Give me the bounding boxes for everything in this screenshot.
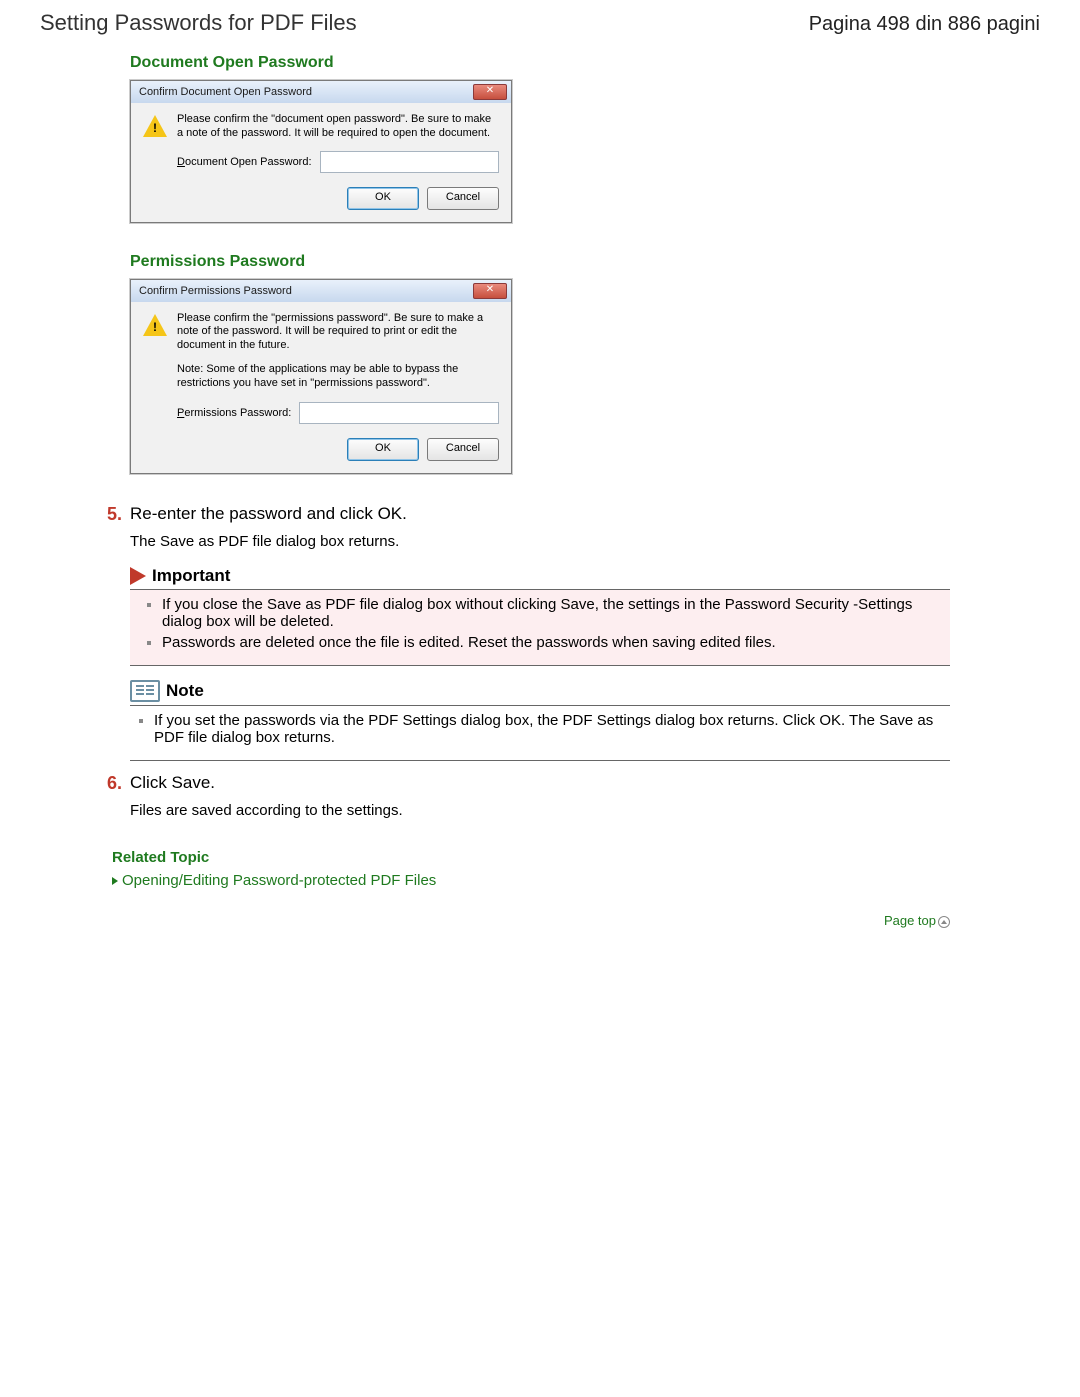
page-header: Setting Passwords for PDF Files Pagina 4… [40, 10, 1040, 36]
close-icon[interactable]: ✕ [473, 84, 507, 100]
step-number: 5. [98, 504, 122, 525]
permissions-password-input[interactable] [299, 402, 499, 424]
cancel-button[interactable]: Cancel [427, 438, 499, 461]
important-title: Important [152, 566, 230, 586]
triangle-icon [112, 877, 118, 885]
page-indicator: Pagina 498 din 886 pagini [809, 13, 1040, 36]
step-number: 6. [98, 773, 122, 794]
page-title: Setting Passwords for PDF Files [40, 10, 357, 36]
step-6: 6. Click Save. [130, 773, 950, 794]
important-item: If you close the Save as PDF file dialog… [162, 596, 942, 630]
related-topic-link[interactable]: Opening/Editing Password-protected PDF F… [112, 872, 950, 889]
heading-document-open-password: Document Open Password [130, 54, 950, 72]
up-arrow-icon [938, 916, 950, 928]
step-5: 5. Re-enter the password and click OK. [130, 504, 950, 525]
warning-icon [143, 115, 167, 137]
dialog1-field-label: Document Open Password: [177, 156, 312, 168]
step5-sub: The Save as PDF file dialog box returns. [130, 533, 950, 550]
warning-icon [143, 314, 167, 336]
dialog1-title: Confirm Document Open Password [139, 86, 312, 98]
dialog2-field-label: Permissions Password: [177, 407, 291, 419]
dialog-confirm-document-open-password: Confirm Document Open Password ✕ Please … [130, 80, 512, 223]
important-item: Passwords are deleted once the file is e… [162, 634, 942, 651]
document-open-password-input[interactable] [320, 151, 499, 173]
heading-permissions-password: Permissions Password [130, 253, 950, 271]
ok-button[interactable]: OK [347, 438, 419, 461]
close-icon[interactable]: ✕ [473, 283, 507, 299]
note-callout: Note If you set the passwords via the PD… [130, 678, 950, 761]
step6-sub: Files are saved according to the setting… [130, 802, 950, 819]
note-title: Note [166, 681, 204, 701]
cancel-button[interactable]: Cancel [427, 187, 499, 210]
dialog-confirm-permissions-password: Confirm Permissions Password ✕ Please co… [130, 279, 512, 475]
dialog2-message: Please confirm the "permissions password… [177, 312, 499, 353]
important-callout: Important If you close the Save as PDF f… [130, 564, 950, 666]
related-topic-heading: Related Topic [112, 849, 950, 866]
note-item: If you set the passwords via the PDF Set… [154, 712, 950, 746]
dialog2-note: Note: Some of the applications may be ab… [177, 363, 499, 391]
important-icon [130, 567, 146, 585]
step-text: Re-enter the password and click OK. [130, 504, 407, 525]
step-text: Click Save. [130, 773, 215, 794]
dialog1-message: Please confirm the "document open passwo… [177, 113, 499, 141]
page-top-link[interactable]: Page top [130, 913, 950, 928]
ok-button[interactable]: OK [347, 187, 419, 210]
dialog2-title: Confirm Permissions Password [139, 285, 292, 297]
note-icon [130, 680, 160, 702]
